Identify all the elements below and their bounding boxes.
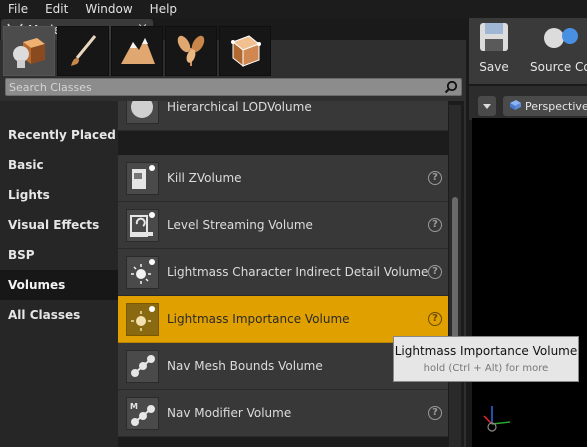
perspective-cube-icon [508, 99, 522, 114]
foliage-mode-button[interactable] [165, 26, 217, 76]
hlod-volume-icon [126, 101, 159, 124]
source-control-icon [540, 20, 580, 57]
item-label: Lightmass Importance Volume [167, 312, 350, 326]
nav-modifier-volume-icon: M [126, 397, 159, 430]
save-label: Save [479, 60, 509, 74]
search-input[interactable] [9, 79, 439, 95]
menu-edit[interactable]: Edit [37, 0, 77, 18]
perspective-label: Perspective [525, 99, 587, 113]
mode-tool-row [3, 26, 271, 76]
menu-help[interactable]: Help [142, 0, 186, 18]
item-label: Nav Modifier Volume [167, 406, 292, 420]
tooltip-title: Lightmass Importance Volume [394, 344, 578, 358]
class-list: Hierarchical LODVolume Kill ZVolume ? Le… [118, 101, 464, 447]
item-label: Nav Mesh Bounds Volume [167, 359, 323, 373]
geometry-edit-icon [225, 30, 265, 73]
source-control-button[interactable]: Source Co [530, 20, 587, 82]
help-icon[interactable]: ? [428, 265, 442, 279]
paint-brush-icon [63, 30, 103, 73]
save-button[interactable]: Save [477, 20, 511, 82]
category-all-classes[interactable]: All Classes [0, 300, 118, 330]
nav-mesh-bounds-volume-icon [126, 350, 159, 383]
list-item[interactable]: Hierarchical LODVolume [118, 101, 448, 131]
category-list: Recently Placed Basic Lights Visual Effe… [0, 101, 118, 447]
place-mode-icon [9, 30, 49, 73]
kill-z-volume-icon [126, 162, 159, 195]
class-list-scrollbar[interactable] [449, 105, 461, 447]
help-icon[interactable]: ? [428, 171, 442, 185]
item-label: Hierarchical LODVolume [167, 101, 312, 114]
category-recently-placed[interactable]: Recently Placed [0, 120, 118, 150]
paint-mode-button[interactable] [57, 26, 109, 76]
item-label: Level Streaming Volume [167, 218, 313, 232]
category-volumes[interactable]: Volumes [0, 270, 118, 300]
foliage-icon [171, 30, 211, 73]
list-item[interactable]: Kill ZVolume ? [118, 155, 448, 202]
geometry-mode-button[interactable] [219, 26, 271, 76]
landscape-icon [117, 30, 157, 73]
search-icon[interactable] [444, 80, 458, 97]
category-visual-effects[interactable]: Visual Effects [0, 210, 118, 240]
svg-text:M: M [130, 402, 138, 411]
level-streaming-volume-icon [126, 209, 159, 242]
list-item[interactable]: Level Streaming Volume ? [118, 202, 448, 249]
perspective-button[interactable]: Perspective [503, 96, 587, 116]
level-viewport[interactable] [472, 118, 587, 447]
list-item[interactable]: M Nav Modifier Volume ? [118, 390, 448, 437]
item-label: Lightmass Character Indirect Detail Volu… [167, 265, 429, 279]
item-label: Kill ZVolume [167, 171, 242, 185]
category-lights[interactable]: Lights [0, 180, 118, 210]
category-bsp[interactable]: BSP [0, 240, 118, 270]
help-icon[interactable]: ? [428, 312, 442, 326]
menu-file[interactable]: File [0, 0, 37, 18]
tooltip-hint: hold (Ctrl + Alt) for more [423, 363, 549, 374]
search-classes-box [5, 78, 462, 96]
class-tooltip: Lightmass Importance Volume hold (Ctrl +… [393, 336, 579, 382]
scrollbar-thumb[interactable] [452, 197, 458, 347]
viewport-options-button[interactable] [478, 96, 496, 116]
axis-gizmo-icon [482, 402, 516, 439]
menu-window[interactable]: Window [77, 0, 141, 18]
category-basic[interactable]: Basic [0, 150, 118, 180]
help-icon[interactable]: ? [428, 406, 442, 420]
landscape-mode-button[interactable] [111, 26, 163, 76]
save-icon [477, 20, 511, 57]
level-toolbar: Save Source Co [469, 18, 587, 84]
help-icon[interactable]: ? [428, 218, 442, 232]
menu-bar: File Edit Window Help [0, 0, 587, 18]
place-mode-button[interactable] [3, 26, 55, 76]
list-item[interactable]: Lightmass Character Indirect Detail Volu… [118, 249, 448, 296]
lightmass-character-volume-icon [126, 256, 159, 289]
source-control-label: Source Co [530, 60, 587, 74]
lightmass-importance-volume-icon [126, 303, 159, 336]
